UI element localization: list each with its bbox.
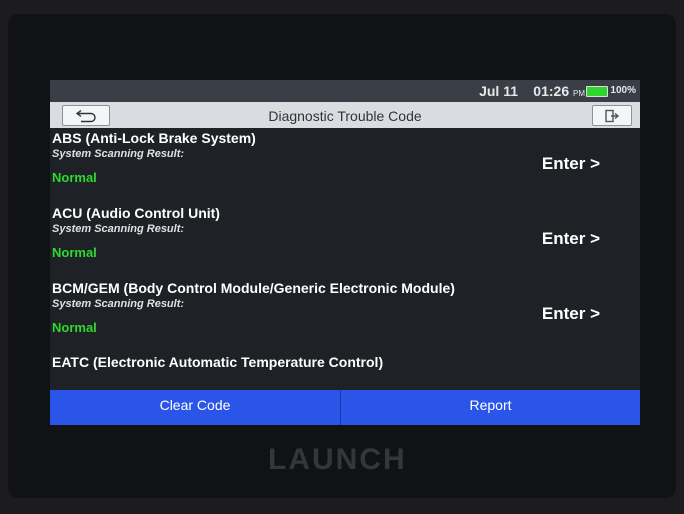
status-time-value: 01:26 bbox=[533, 83, 570, 99]
page-title: Diagnostic Trouble Code bbox=[268, 108, 422, 124]
battery-percent: 100% bbox=[610, 85, 636, 96]
status-ampm: PM bbox=[573, 89, 585, 98]
system-item-acu[interactable]: ACU (Audio Control Unit) System Scanning… bbox=[50, 203, 640, 278]
system-item-abs[interactable]: ABS (Anti-Lock Brake System) System Scan… bbox=[50, 128, 640, 203]
system-name: EATC (Electronic Automatic Temperature C… bbox=[52, 354, 384, 370]
system-item-bcm[interactable]: BCM/GEM (Body Control Module/Generic Ele… bbox=[50, 278, 640, 353]
status-normal: Normal bbox=[52, 245, 97, 260]
brand-logo: LAUNCH bbox=[268, 443, 407, 476]
screen: Jul 11 01:26 PM 100% Diagnostic Trouble … bbox=[50, 80, 640, 425]
battery-icon bbox=[586, 86, 608, 97]
exit-icon bbox=[605, 109, 619, 122]
report-button[interactable]: Report bbox=[341, 390, 640, 425]
enter-button[interactable]: Enter > bbox=[542, 229, 600, 249]
status-time: 01:26 PM bbox=[533, 83, 585, 99]
title-bar: Diagnostic Trouble Code bbox=[50, 102, 640, 128]
status-date: Jul 11 bbox=[479, 83, 518, 99]
enter-button[interactable]: Enter > bbox=[542, 304, 600, 324]
status-normal: Normal bbox=[52, 170, 97, 185]
system-name: ACU (Audio Control Unit) bbox=[52, 205, 220, 221]
enter-button[interactable]: Enter > bbox=[542, 154, 600, 174]
clear-code-button[interactable]: Clear Code bbox=[50, 390, 341, 425]
exit-button[interactable] bbox=[592, 105, 632, 126]
scan-result-label: System Scanning Result: bbox=[52, 298, 185, 310]
system-name: BCM/GEM (Body Control Module/Generic Ele… bbox=[52, 280, 455, 296]
system-list[interactable]: ABS (Anti-Lock Brake System) System Scan… bbox=[50, 128, 640, 390]
scan-result-label: System Scanning Result: bbox=[52, 223, 185, 235]
scan-result-label: System Scanning Result: bbox=[52, 148, 185, 160]
system-name: ABS (Anti-Lock Brake System) bbox=[52, 130, 256, 146]
status-bar: Jul 11 01:26 PM 100% bbox=[50, 80, 640, 102]
bottom-action-bar: Clear Code Report bbox=[50, 390, 640, 425]
status-normal: Normal bbox=[52, 320, 97, 335]
